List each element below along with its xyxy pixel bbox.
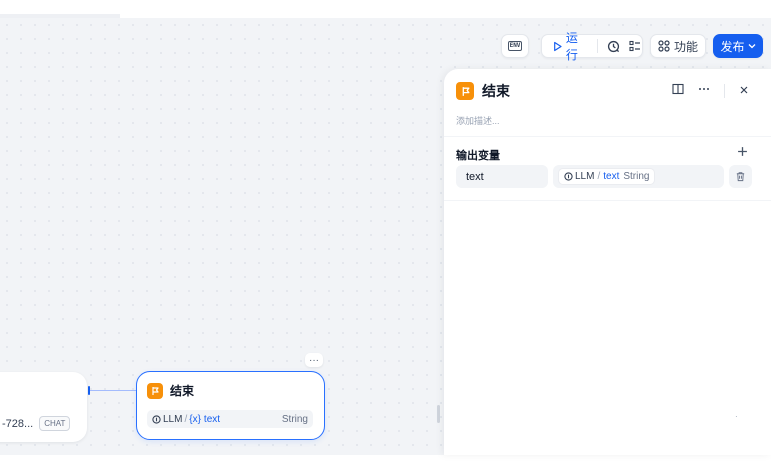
run-button[interactable]: 运行 [552,29,589,63]
features-button[interactable]: 功能 [650,34,706,58]
close-button[interactable] [739,84,749,98]
variable-source-name: LLM [163,413,183,425]
panel-actions [672,83,749,98]
variable-name-prefix: {x} [189,413,201,425]
chip-type: String [623,171,650,182]
chip-variable: text [603,171,620,182]
bottom-strip [0,455,771,463]
more-button[interactable] [698,83,710,98]
output-variable-selector[interactable]: LLM / text String [553,165,724,188]
features-label: 功能 [673,39,698,54]
close-icon [740,86,748,93]
chip-source: LLM [575,171,595,182]
panel-header: 结束 [456,81,510,101]
end-node[interactable]: 结束 LLM / {x} text String [136,371,325,440]
add-icon [737,147,747,156]
corner-mark: · [735,412,738,421]
checklist-button[interactable] [628,39,642,53]
output-handle[interactable] [88,386,90,395]
remove-variable-button[interactable] [729,165,752,188]
publish-button[interactable]: 发布 [713,34,763,58]
end-node-title: 结束 [170,384,195,398]
publish-label: 发布 [720,39,745,54]
panel-divider [444,136,771,137]
split-view-button[interactable] [672,83,684,98]
end-node-icon [147,382,163,399]
llm-node[interactable]: -728... CHAT [0,372,87,442]
description-input[interactable]: 添加描述... [456,114,500,127]
variable-separator: / [184,413,188,425]
toolbar-divider [597,39,599,53]
history-icon [607,40,619,52]
chip-separator: / [597,171,601,182]
actions-divider [724,83,725,98]
more-icon [699,88,709,90]
output-variables-title: 输出变量 [456,150,500,162]
run-toolbar-group: 运行 [541,31,643,62]
variable-type: String [281,413,308,425]
llm-node-model: -728... CHAT [2,416,71,431]
llm-source-icon [152,414,161,424]
play-icon [554,41,562,51]
end-node-icon [456,82,474,100]
output-variable-name-input[interactable]: text [456,165,548,188]
top-strip [0,0,771,18]
node-more-button[interactable]: ··· [305,353,323,367]
env-icon: ENV [507,41,523,51]
split-view-icon [672,83,684,95]
environment-variables-button[interactable]: ENV [501,34,529,58]
chevron-down-icon [748,44,755,49]
panel-divider [444,200,771,201]
variable-name: text [203,413,221,425]
run-label: 运行 [565,31,578,62]
panel-resize-handle[interactable] [437,405,440,423]
checklist-icon [629,40,641,52]
trash-icon [736,172,745,182]
variable-source: LLM [152,414,182,425]
history-button[interactable] [606,39,620,53]
node-connection-edge [89,390,137,391]
add-variable-button[interactable] [735,145,749,159]
chat-mode-badge: CHAT [39,416,71,431]
end-node-variable-row: LLM / {x} text String [147,410,313,428]
features-icon [658,40,670,52]
end-node-header: 结束 [147,382,194,399]
panel-title[interactable]: 结束 [482,81,510,101]
model-name: -728... [2,417,34,430]
llm-source-icon [564,172,573,181]
node-settings-panel: 结束 添加描述... 输出变量 text LLM / text String · [444,69,771,455]
variable-chip: LLM / text String [559,169,655,184]
